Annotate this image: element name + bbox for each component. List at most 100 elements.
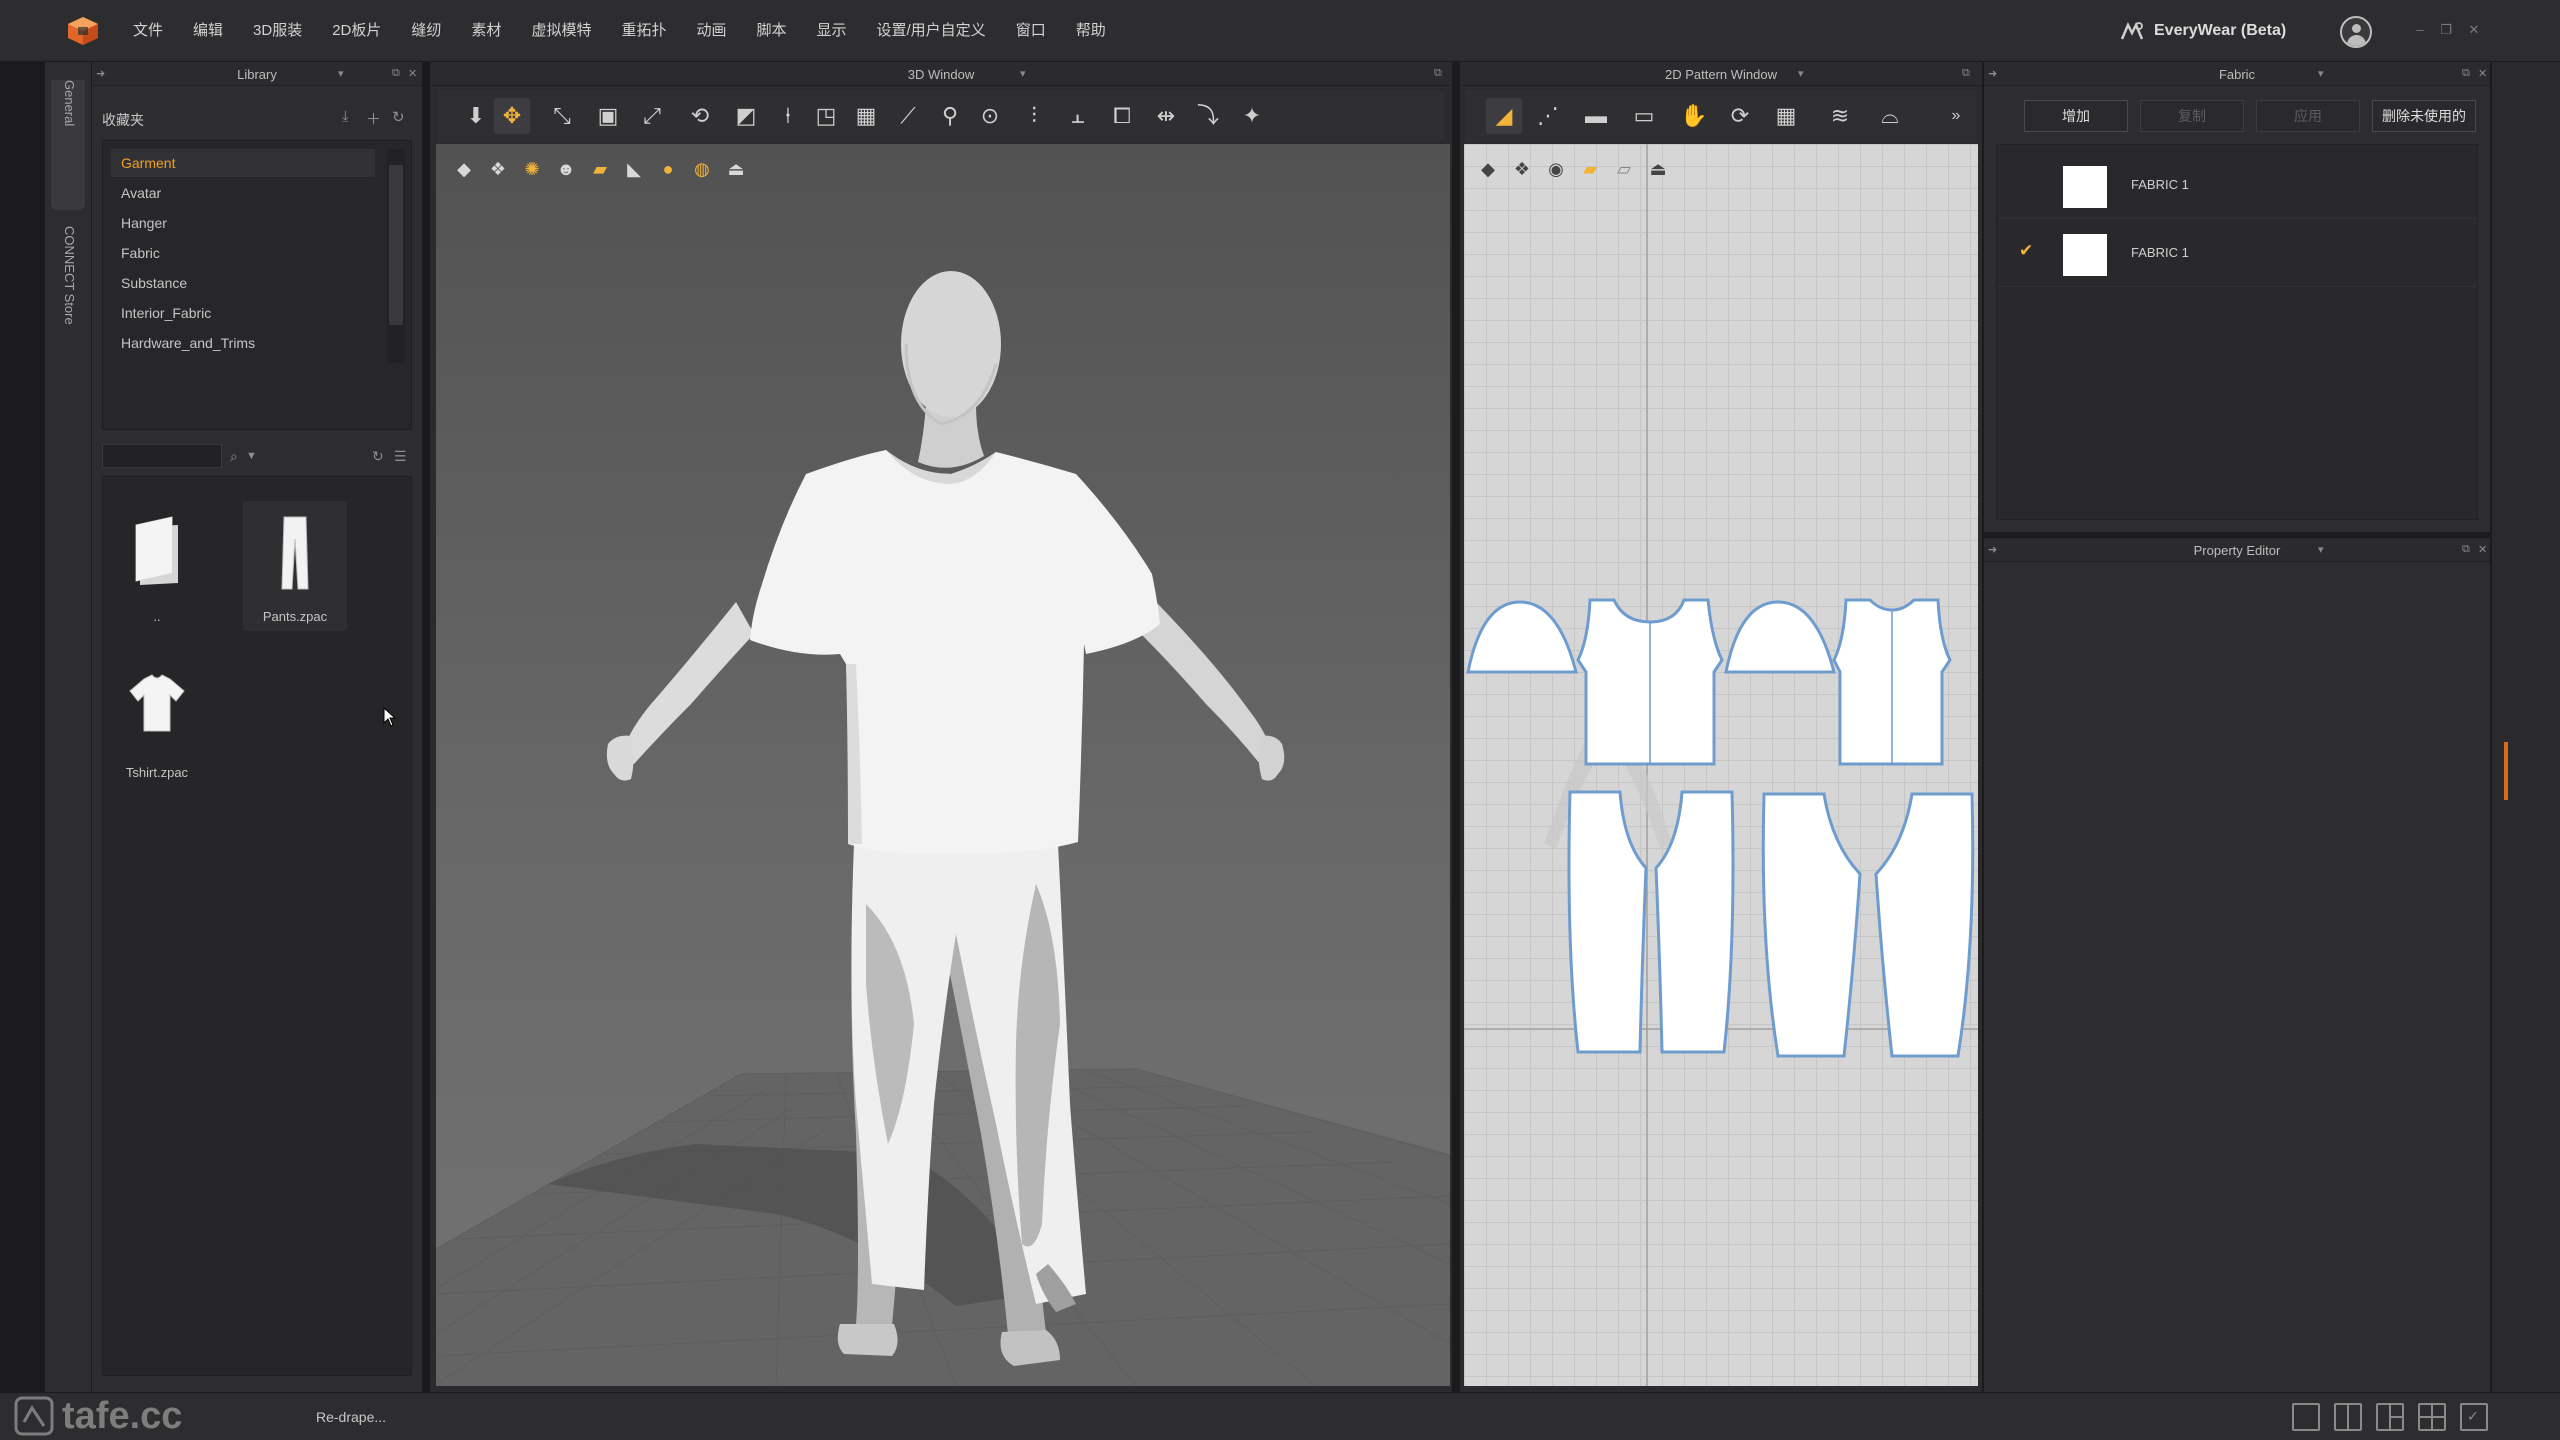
add-icon[interactable]: ＋ <box>366 108 381 129</box>
everywear-brand[interactable]: EveryWear (Beta) <box>2120 16 2286 46</box>
menu-script[interactable]: 脚本 <box>741 0 801 62</box>
file-tile-parent-folder[interactable]: .. <box>105 501 209 631</box>
dropdown-arrow-icon[interactable]: ▾ <box>2318 67 2324 80</box>
delete-unused-button[interactable]: 删除未使用的 <box>2372 100 2476 132</box>
select-mesh-icon[interactable]: ⤡ <box>544 98 580 134</box>
zipper-icon[interactable]: ⫶ <box>1016 98 1052 134</box>
polygon-icon[interactable]: ▬ <box>1578 98 1614 134</box>
dropdown-arrow-icon[interactable]: ▾ <box>338 67 344 80</box>
pattern-back-pants-left <box>1761 792 1862 1058</box>
menu-2d-pattern[interactable]: 2D板片 <box>317 0 396 62</box>
fold-icon[interactable]: ◩ <box>728 98 764 134</box>
tack-icon[interactable]: ⍿ <box>770 98 806 134</box>
3d-viewport[interactable]: ◆ ❖ ✺ ☻ ▰ ◣ ● ◍ ⏏ <box>436 144 1450 1386</box>
category-fabric[interactable]: Fabric <box>111 239 375 267</box>
copy-fabric-button[interactable]: 复制 <box>2140 100 2244 132</box>
fabric-list-item[interactable]: ✔ FABRIC 1 <box>1997 221 2477 287</box>
tab-connect-store[interactable]: CONNECT Store <box>51 226 85 416</box>
pants-thumbnail <box>281 516 309 590</box>
free-sewing-icon[interactable]: ⟳ <box>1722 98 1758 134</box>
simulate-icon[interactable]: ⬇ <box>458 98 494 134</box>
dock-splitter-handle[interactable] <box>2504 742 2508 800</box>
refresh-list-icon[interactable]: ↻ <box>372 448 384 465</box>
menu-3d-garment[interactable]: 3D服装 <box>238 0 317 62</box>
dropdown-arrow-icon[interactable]: ▾ <box>2318 543 2324 556</box>
chevron-down-icon[interactable]: ▼ <box>246 450 257 462</box>
panel-close-icon[interactable]: ✕ <box>408 67 417 80</box>
pin-tool-icon[interactable]: ◳ <box>808 98 844 134</box>
category-scrollbar[interactable] <box>387 149 405 363</box>
library-search-input[interactable] <box>102 444 222 468</box>
steam-icon[interactable]: ⚲ <box>932 98 968 134</box>
symmetry-icon[interactable]: ⇹ <box>1148 98 1184 134</box>
menu-window[interactable]: 窗口 <box>1001 0 1061 62</box>
category-garment[interactable]: Garment <box>111 149 375 177</box>
avatar-pose-icon[interactable]: ✦ <box>1234 98 1270 134</box>
fabric-list-item[interactable]: FABRIC 1 <box>1997 153 2477 219</box>
menu-edit[interactable]: 编辑 <box>178 0 238 62</box>
file-tile-pants[interactable]: Pants.zpac <box>243 501 347 631</box>
tape-icon[interactable]: ⤵ <box>1190 98 1226 134</box>
menu-avatar[interactable]: 虚拟模特 <box>516 0 606 62</box>
user-avatar-icon[interactable] <box>2340 16 2372 48</box>
close-icon[interactable]: ✕ <box>2466 22 2482 38</box>
layout-split-icon[interactable] <box>2334 1403 2362 1431</box>
menu-display[interactable]: 显示 <box>802 0 862 62</box>
grid-tool-icon[interactable]: ▦ <box>848 98 884 134</box>
category-hanger[interactable]: Hanger <box>111 209 375 237</box>
topstitch-icon[interactable]: ⫠ <box>1060 98 1096 134</box>
edit-point-icon[interactable]: ⋰ <box>1530 98 1566 134</box>
layout-quad-icon[interactable] <box>2418 1403 2446 1431</box>
float-icon[interactable]: ⧉ <box>392 67 400 80</box>
menu-retopology[interactable]: 重拓扑 <box>606 0 681 62</box>
select-move-icon[interactable]: ✥ <box>494 98 530 134</box>
layout-custom-icon[interactable]: ✓ <box>2460 1403 2488 1431</box>
menu-animation[interactable]: 动画 <box>681 0 741 62</box>
toolbar-expand-icon[interactable]: » <box>1938 98 1974 134</box>
restore-icon[interactable]: ❐ <box>2438 22 2454 38</box>
minimize-icon[interactable]: – <box>2412 22 2428 38</box>
layout-single-icon[interactable] <box>2292 1403 2320 1431</box>
category-hardware-and-trims[interactable]: Hardware_and_Trims <box>111 329 375 357</box>
menu-file[interactable]: 文件 <box>118 0 178 62</box>
menu-materials[interactable]: 素材 <box>456 0 516 62</box>
dropdown-arrow-icon[interactable]: ▾ <box>1798 67 1804 80</box>
panel-close-icon[interactable]: ✕ <box>2478 543 2487 556</box>
category-substance[interactable]: Substance <box>111 269 375 297</box>
layout-three-icon[interactable] <box>2376 1403 2404 1431</box>
reset-arrangement-icon[interactable]: ⟲ <box>682 98 718 134</box>
menu-help[interactable]: 帮助 <box>1061 0 1121 62</box>
float-icon[interactable]: ⧉ <box>1962 67 1970 80</box>
category-avatar[interactable]: Avatar <box>111 179 375 207</box>
button-tool-icon[interactable]: ⊙ <box>972 98 1008 134</box>
float-icon[interactable]: ⧉ <box>1434 67 1442 80</box>
refresh-icon[interactable]: ↻ <box>392 108 405 126</box>
rectangle-icon[interactable]: ▭ <box>1626 98 1662 134</box>
search-icon[interactable]: ⌕ <box>230 448 238 465</box>
menu-settings[interactable]: 设置/用户自定义 <box>862 0 1001 62</box>
list-view-icon[interactable]: ☰ <box>394 448 407 465</box>
dropdown-arrow-icon[interactable]: ▾ <box>1020 67 1026 80</box>
fold-arrangement-icon[interactable]: ▣ <box>590 98 626 134</box>
fold-pattern-icon[interactable]: ⌓ <box>1872 98 1908 134</box>
transform-pattern-icon[interactable]: ◢ <box>1486 98 1522 134</box>
measure-icon[interactable]: ⟋ <box>890 98 926 134</box>
segment-sewing-icon[interactable]: ✋ <box>1676 98 1712 134</box>
file-tile-tshirt[interactable]: Tshirt.zpac <box>105 657 209 787</box>
apply-fabric-button[interactable]: 应用 <box>2256 100 2360 132</box>
piping-icon[interactable]: ⧠ <box>1104 98 1140 134</box>
grid-pattern-icon[interactable]: ▦ <box>1768 98 1804 134</box>
panel-close-icon[interactable]: ✕ <box>2478 67 2487 80</box>
float-icon[interactable]: ⧉ <box>2462 543 2470 556</box>
tab-general[interactable]: General <box>51 80 85 210</box>
internal-line-icon[interactable]: ≋ <box>1822 98 1858 134</box>
2d-viewport[interactable]: ◆ ❖ ◉ ▰ ▱ ⏏ <box>1464 144 1978 1386</box>
download-icon[interactable]: ⤓ <box>342 108 349 125</box>
menu-sewing[interactable]: 缝纫 <box>396 0 456 62</box>
float-icon[interactable]: ⧉ <box>2462 67 2470 80</box>
transform-pattern-icon[interactable]: ⤢ <box>634 98 670 134</box>
add-fabric-button[interactable]: 增加 <box>2024 100 2128 132</box>
menubar: 文件 编辑 3D服装 2D板片 缝纫 素材 虚拟模特 重拓扑 动画 脚本 显示 … <box>0 0 2560 62</box>
category-interior-fabric[interactable]: Interior_Fabric <box>111 299 375 327</box>
app-logo-icon[interactable] <box>66 16 100 46</box>
